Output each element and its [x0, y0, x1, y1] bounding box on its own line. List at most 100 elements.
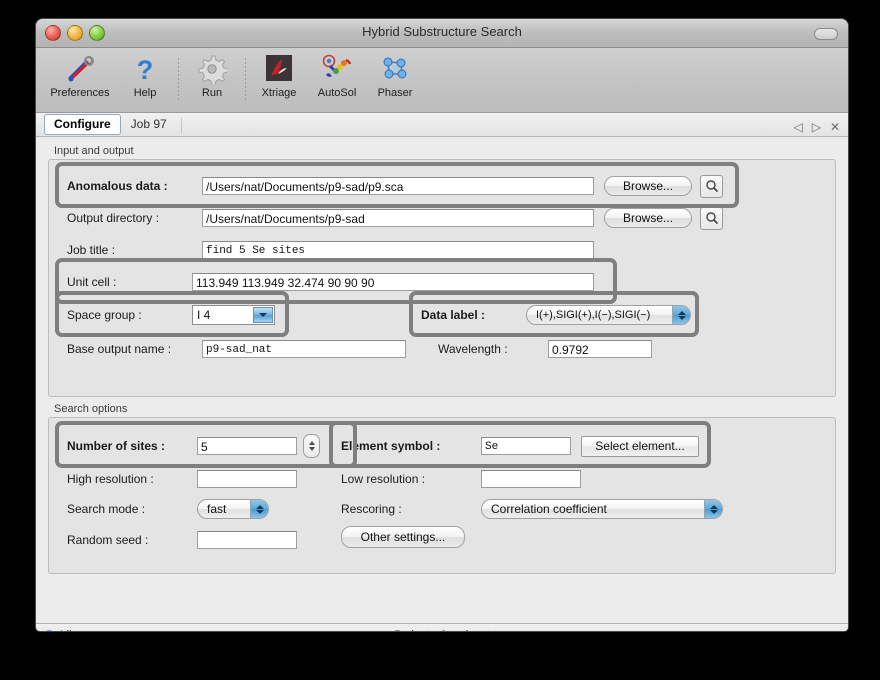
number-of-sites-stepper[interactable] — [303, 434, 320, 458]
base-output-name-input[interactable]: p9-sad_nat — [202, 340, 406, 358]
output-directory-browse-button[interactable]: Browse... — [604, 208, 692, 228]
search-mode-value: fast — [207, 502, 250, 516]
toolbar-label-preferences: Preferences — [50, 87, 109, 99]
toolbar-button-help[interactable]: ? Help — [116, 52, 174, 99]
up-down-arrows-icon[interactable] — [672, 306, 690, 324]
window-title: Hybrid Substructure Search — [36, 24, 848, 39]
tab-controls: ◁ ▷ ✕ — [793, 121, 840, 133]
space-group-row: Space group : I 4 — [67, 301, 367, 329]
unit-cell-input[interactable]: 113.949 113.949 32.474 90 90 90 — [192, 273, 594, 291]
toolbar-label-xtriage: Xtriage — [262, 87, 297, 99]
other-settings-button[interactable]: Other settings... — [341, 526, 465, 548]
toolbar-button-xtriage[interactable]: Xtriage — [250, 52, 308, 99]
magnifier-icon — [705, 179, 719, 193]
toolbar-button-preferences[interactable]: Preferences — [44, 52, 116, 99]
status-project-text: Project: p9-sad_nat — [36, 629, 848, 632]
question-mark-icon: ? — [130, 52, 160, 86]
low-resolution-label: Low resolution : — [341, 472, 481, 486]
tab-bar: Configure Job 97 ◁ ▷ ✕ — [36, 113, 848, 137]
wavelength-label: Wavelength : — [438, 342, 548, 356]
high-resolution-input[interactable] — [197, 470, 297, 488]
data-label-row: Data label : I(+),SIGI(+),I(−),SIGI(−) — [421, 301, 721, 329]
magnifier-icon — [705, 211, 719, 225]
toolbar-label-autosol: AutoSol — [318, 87, 357, 99]
input-output-box: Anomalous data : /Users/nat/Documents/p9… — [48, 159, 836, 397]
next-tab-arrow-icon[interactable]: ▷ — [812, 121, 821, 133]
toolbar-toggle-button[interactable] — [814, 28, 838, 40]
phaser-molecule-icon — [380, 52, 410, 86]
element-symbol-input[interactable]: Se — [481, 437, 571, 455]
resize-grip-icon[interactable] — [832, 631, 845, 632]
element-symbol-label: Element symbol : — [341, 439, 481, 453]
up-down-arrows-icon[interactable] — [704, 500, 722, 518]
search-mode-popup[interactable]: fast — [197, 499, 269, 519]
chevron-down-icon[interactable] — [253, 307, 273, 323]
toolbar-separator-2 — [245, 58, 246, 102]
data-label-value: I(+),SIGI(+),I(−),SIGI(−) — [536, 309, 672, 321]
random-seed-row: Random seed : — [67, 526, 297, 554]
toolbar-label-phaser: Phaser — [378, 87, 413, 99]
toolbar-label-run: Run — [202, 87, 222, 99]
xtriage-icon — [264, 52, 294, 86]
random-seed-input[interactable] — [197, 531, 297, 549]
toolbar-label-help: Help — [134, 87, 157, 99]
autosol-helix-icon — [322, 52, 352, 86]
search-options-group-title: Search options — [48, 403, 836, 417]
rescoring-row: Rescoring : Correlation coefficient — [341, 495, 723, 523]
input-output-group: Input and output Anomalous data : /Users… — [48, 145, 836, 397]
job-title-input[interactable]: find 5 Se sites — [202, 241, 594, 259]
output-directory-search-button[interactable] — [700, 207, 723, 230]
rescoring-value: Correlation coefficient — [491, 502, 704, 516]
title-bar[interactable]: Hybrid Substructure Search — [36, 19, 848, 48]
toolbar-button-autosol[interactable]: AutoSol — [308, 52, 366, 99]
main-toolbar: Preferences ? Help — [36, 48, 848, 113]
up-down-arrows-icon[interactable] — [250, 500, 268, 518]
gear-icon — [197, 52, 227, 86]
tab-job-97[interactable]: Job 97 — [121, 114, 177, 135]
close-tab-x-icon[interactable]: ✕ — [830, 121, 840, 133]
search-options-box: Number of sites : 5 Element symbol : Se … — [48, 417, 836, 574]
status-bar: Idle Project: p9-sad_nat — [36, 623, 848, 632]
search-mode-label: Search mode : — [67, 502, 197, 516]
space-group-value: I 4 — [197, 308, 253, 322]
svg-text:?: ? — [137, 55, 154, 84]
data-label-popup[interactable]: I(+),SIGI(+),I(−),SIGI(−) — [526, 305, 691, 325]
configure-panel: Input and output Anomalous data : /Users… — [36, 137, 848, 623]
base-output-name-row: Base output name : p9-sad_nat Wavelength… — [67, 335, 707, 363]
anomalous-data-input[interactable]: /Users/nat/Documents/p9-sad/p9.sca — [202, 177, 594, 195]
output-directory-label: Output directory : — [67, 211, 202, 225]
toolbar-button-phaser[interactable]: Phaser — [366, 52, 424, 99]
low-resolution-row: Low resolution : — [341, 465, 581, 493]
unit-cell-row: Unit cell : 113.949 113.949 32.474 90 90… — [67, 268, 627, 296]
rescoring-label: Rescoring : — [341, 502, 481, 516]
anomalous-data-label: Anomalous data : — [67, 179, 202, 193]
base-output-name-label: Base output name : — [67, 342, 202, 356]
tab-configure[interactable]: Configure — [44, 114, 121, 135]
toolbar-button-run[interactable]: Run — [183, 52, 241, 99]
anomalous-data-search-button[interactable] — [700, 175, 723, 198]
anomalous-data-browse-button[interactable]: Browse... — [604, 176, 692, 196]
output-directory-input[interactable]: /Users/nat/Documents/p9-sad — [202, 209, 594, 227]
space-group-label: Space group : — [67, 308, 192, 322]
input-output-group-title: Input and output — [48, 145, 836, 159]
desktop-background: Hybrid Substructure Search Preferences — [0, 0, 880, 680]
element-symbol-row: Element symbol : Se Select element... — [341, 432, 699, 460]
tab-divider — [181, 118, 182, 133]
low-resolution-input[interactable] — [481, 470, 581, 488]
job-title-row: Job title : find 5 Se sites — [67, 236, 627, 264]
wavelength-input[interactable]: 0.9792 — [548, 340, 652, 358]
number-of-sites-input[interactable]: 5 — [197, 437, 297, 455]
prev-tab-arrow-icon[interactable]: ◁ — [793, 121, 802, 133]
anomalous-data-row: Anomalous data : /Users/nat/Documents/p9… — [67, 172, 727, 200]
high-resolution-row: High resolution : — [67, 465, 297, 493]
rescoring-popup[interactable]: Correlation coefficient — [481, 499, 723, 519]
data-label-label: Data label : — [421, 308, 526, 322]
search-mode-row: Search mode : fast — [67, 495, 269, 523]
unit-cell-label: Unit cell : — [67, 275, 192, 289]
job-title-label: Job title : — [67, 243, 202, 257]
space-group-combobox[interactable]: I 4 — [192, 305, 275, 325]
select-element-button[interactable]: Select element... — [581, 436, 699, 457]
random-seed-label: Random seed : — [67, 533, 197, 547]
toolbar-separator-1 — [178, 58, 179, 102]
number-of-sites-row: Number of sites : 5 — [67, 432, 320, 460]
